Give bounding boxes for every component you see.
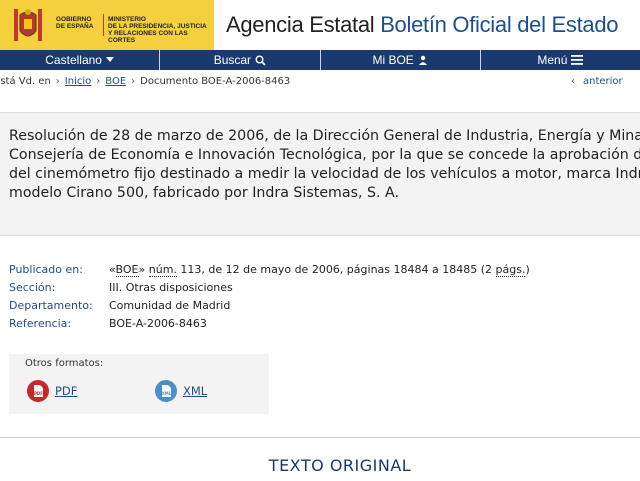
department-value: Comunidad de Madrid [109,299,231,312]
main-nav: Castellano Buscar Mi BOE Menú [0,50,640,70]
previous-document-link[interactable]: ‹ anterior [571,70,623,92]
hamburger-icon [571,55,584,65]
reference-label: Referencia: [9,317,72,330]
search-button[interactable]: Buscar [160,50,319,70]
language-selector[interactable]: Castellano [0,50,159,70]
document-title: Resolución de 28 de marzo de 2006, de la… [9,128,640,201]
document-title-block: Resolución de 28 de marzo de 2006, de la… [0,112,640,236]
menu-button[interactable]: Menú [481,50,640,70]
published-label: Publicado en: [9,263,83,276]
xml-download[interactable]: XML XML [155,380,207,402]
svg-text:PDF: PDF [34,391,43,396]
logo-divider [103,14,104,36]
num-abbr: núm. [148,263,177,277]
section-row: Sección: III. Otras disposiciones [9,279,530,297]
breadcrumb-home-link[interactable]: Inicio [65,76,91,87]
nav-separator [319,50,321,70]
chevron-left-icon: ‹ [571,75,575,87]
other-formats-label: Otros formatos: [25,358,104,369]
published-value: «BOE» núm. 113, de 12 de mayo de 2006, p… [109,263,530,277]
pdf-file-icon: PDF [27,380,49,402]
pdf-link[interactable]: PDF [55,384,77,398]
department-row: Departamento: Comunidad de Madrid [9,297,530,315]
my-boe-button[interactable]: Mi BOE [321,50,480,70]
reference-row: Referencia: BOE-A-2006-8463 [9,315,530,333]
ministry-label: MINISTERIO DE LA PRESIDENCIA, JUSTICIA Y… [108,16,207,44]
breadcrumb-current: Documento BOE-A-2006-8463 [140,75,291,87]
section-heading: TEXTO ORIGINAL [268,456,412,475]
breadcrumb-separator: › [131,75,136,87]
breadcrumb-separator: › [55,75,60,87]
breadcrumb-separator: › [96,75,101,87]
government-label: GOBIERNO DE ESPAÑA [56,16,94,30]
reference-value: BOE-A-2006-8463 [109,317,207,330]
xml-file-icon: XML [155,380,177,402]
search-icon [255,55,266,66]
site-header: GOBIERNO DE ESPAÑA MINISTERIO DE LA PRES… [0,0,640,50]
user-icon [418,55,427,65]
section-divider [0,437,640,438]
agency-title[interactable]: Agencia Estatal Boletín Oficial del Esta… [226,12,619,38]
nav-separator [479,50,481,70]
pags-abbr: págs. [495,263,526,277]
caret-down-icon [105,57,114,62]
published-row: Publicado en: «BOE» núm. 113, de 12 de m… [9,261,530,279]
xml-link[interactable]: XML [183,384,207,398]
breadcrumb: Está Vd. en › Inicio › BOE › Documento B… [0,70,640,92]
other-formats-panel: Otros formatos: PDF PDF XML XML [9,354,269,414]
department-label: Departamento: [9,299,93,312]
svg-text:XML: XML [162,391,172,396]
pdf-download[interactable]: PDF PDF [27,380,77,402]
coat-of-arms-icon [14,9,42,41]
section-value: III. Otras disposiciones [109,281,233,294]
breadcrumb-boe-link[interactable]: BOE [105,76,126,87]
section-label: Sección: [9,281,56,294]
document-metadata: Publicado en: «BOE» núm. 113, de 12 de m… [9,261,530,333]
breadcrumb-label: Está Vd. en [0,75,51,87]
government-logo[interactable]: GOBIERNO DE ESPAÑA MINISTERIO DE LA PRES… [0,0,214,50]
boe-abbr: BOE [115,263,139,277]
nav-separator [159,50,161,70]
